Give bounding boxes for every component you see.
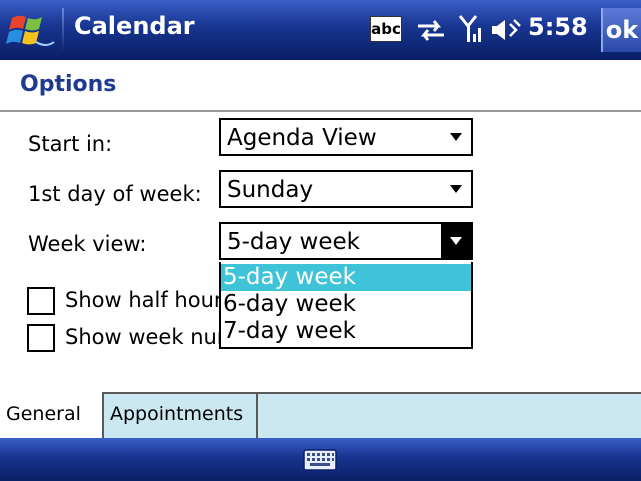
- header-divider: [0, 110, 641, 112]
- start-in-value: Agenda View: [227, 125, 377, 151]
- first-day-dropdown[interactable]: Sunday: [219, 170, 473, 208]
- page-title: Options: [20, 72, 117, 97]
- show-week-numbers-checkbox[interactable]: [27, 324, 55, 352]
- input-mode-indicator[interactable]: abc: [370, 16, 402, 42]
- windows-flag-icon[interactable]: [6, 12, 56, 50]
- menu-bar: [0, 438, 641, 481]
- week-view-value: 5-day week: [227, 229, 360, 255]
- tab-appointments[interactable]: Appointments: [104, 394, 258, 438]
- app-title: Calendar: [74, 12, 195, 40]
- show-half-hour-checkbox[interactable]: [27, 287, 55, 315]
- week-view-options-list: 5-day week 6-day week 7-day week: [219, 262, 473, 349]
- clock[interactable]: 5:58: [528, 13, 588, 41]
- volume-icon[interactable]: [490, 16, 522, 44]
- chevron-down-icon[interactable]: [441, 120, 471, 154]
- chevron-down-icon[interactable]: [441, 224, 471, 258]
- connectivity-icon[interactable]: [414, 16, 448, 44]
- signal-icon[interactable]: [458, 14, 484, 44]
- start-in-dropdown[interactable]: Agenda View: [219, 118, 473, 156]
- tab-strip: General Appointments: [0, 392, 641, 438]
- tab-general[interactable]: General: [0, 392, 104, 438]
- show-half-hour-label[interactable]: Show half hour s: [65, 288, 219, 312]
- week-view-option[interactable]: 6-day week: [221, 291, 471, 318]
- keyboard-icon[interactable]: [300, 444, 340, 476]
- chevron-down-icon[interactable]: [441, 172, 471, 206]
- week-view-option[interactable]: 7-day week: [221, 318, 471, 345]
- start-in-label: Start in:: [28, 132, 113, 156]
- title-separator: [62, 8, 64, 54]
- first-day-label: 1st day of week:: [28, 182, 202, 206]
- week-view-option[interactable]: 5-day week: [221, 264, 471, 291]
- week-view-dropdown[interactable]: 5-day week: [219, 222, 473, 260]
- title-bar: Calendar abc 5:58 ok: [0, 0, 641, 60]
- week-view-label: Week view:: [28, 232, 147, 256]
- ok-button[interactable]: ok: [601, 8, 641, 52]
- first-day-value: Sunday: [227, 177, 314, 203]
- show-week-numbers-label[interactable]: Show week num: [65, 325, 219, 349]
